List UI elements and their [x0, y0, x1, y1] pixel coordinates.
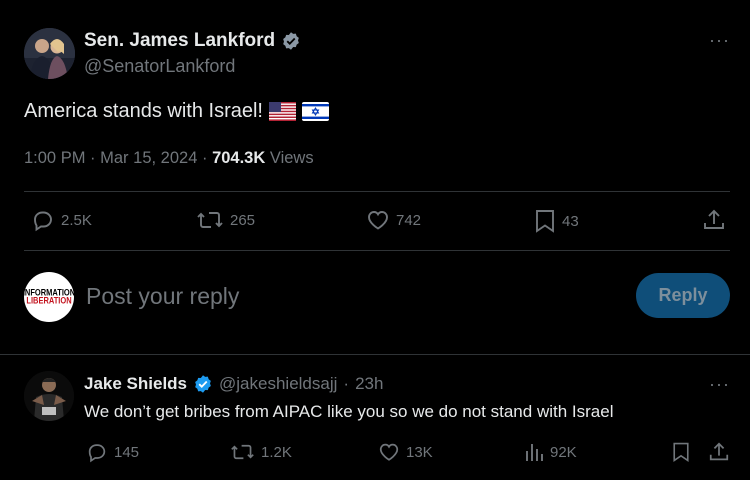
share-action[interactable] [702, 208, 726, 232]
share-icon [704, 209, 724, 229]
reply-author-handle[interactable]: @jakeshieldsajj [219, 374, 337, 394]
author-handle[interactable]: @SenatorLankford [84, 56, 235, 77]
reply-bookmark-action[interactable] [671, 441, 691, 463]
verified-badge-icon [195, 375, 211, 393]
reply-share-action[interactable] [708, 441, 730, 463]
reply-more-options-icon[interactable]: ··· [709, 374, 730, 395]
israel-flag-icon [301, 102, 329, 121]
bookmark-icon [536, 210, 554, 233]
bookmark-count: 43 [562, 212, 579, 230]
reply-like-action[interactable]: 13K [378, 441, 433, 463]
repost-icon [231, 444, 254, 460]
repost-icon [197, 212, 223, 228]
verified-badge-icon [283, 32, 299, 50]
heart-icon [368, 211, 388, 230]
repost-action[interactable]: 265 [196, 208, 255, 232]
us-flag-icon [268, 102, 296, 121]
repost-count: 265 [230, 211, 256, 229]
reply-action[interactable]: 2.5K [31, 208, 92, 232]
reply-views-count: 92K [550, 443, 577, 461]
views-count: 704.3K [212, 149, 266, 167]
reply-icon [34, 211, 52, 232]
divider [24, 250, 730, 251]
heart-icon [379, 443, 399, 461]
current-user-avatar[interactable]: INFORMATION LIBERATION [23, 272, 75, 322]
bookmark-icon [673, 442, 689, 462]
divider [0, 354, 750, 355]
tweet-text: America stands with Israel! [24, 100, 329, 123]
reply-text: We don’t get bribes from AIPAC like you … [84, 402, 614, 421]
avatar-photo [24, 371, 74, 421]
reply-repost-count: 1.2K [261, 443, 292, 461]
reply-reply-count: 145 [114, 443, 140, 461]
share-icon [709, 442, 729, 461]
like-count: 742 [396, 211, 422, 229]
more-options-icon[interactable]: ··· [709, 30, 730, 51]
reply-like-count: 13K [406, 443, 433, 461]
views-label: Views [269, 149, 314, 167]
reply-author-avatar[interactable] [24, 371, 74, 421]
reply-repost-action[interactable]: 1.2K [230, 441, 292, 463]
tweet-time[interactable]: 1:00 PM [24, 149, 85, 167]
reply-header: Jake Shields @jakeshieldsajj · 23h [84, 374, 383, 394]
reply-icon [88, 444, 106, 463]
tweet-date[interactable]: Mar 15, 2024 [100, 149, 197, 167]
divider [24, 191, 730, 192]
like-action[interactable]: 742 [366, 208, 421, 232]
author-avatar[interactable] [24, 28, 75, 79]
reply-button[interactable]: Reply [636, 273, 730, 318]
reply-views-action[interactable]: 92K [524, 441, 577, 463]
tweet-meta: 1:00 PM · Mar 15, 2024 · 704.3K Views [24, 149, 314, 167]
avatar-logo-line2: LIBERATION [26, 294, 72, 306]
separator-dot: · [343, 374, 350, 393]
reply-author-name[interactable]: Jake Shields [84, 374, 187, 394]
tweet-text-content: America stands with Israel! [24, 100, 263, 122]
analytics-bar-icon [526, 444, 543, 461]
reply-count: 2.5K [61, 211, 92, 229]
avatar-photo [24, 28, 75, 79]
author-name-text[interactable]: Sen. James Lankford [84, 30, 275, 52]
reply-time[interactable]: 23h [355, 374, 383, 394]
bookmark-action[interactable]: 43 [534, 208, 579, 234]
author-name[interactable]: Sen. James Lankford [84, 30, 301, 52]
reply-reply-action[interactable]: 145 [86, 441, 139, 463]
reply-input[interactable]: Post your reply [86, 283, 239, 310]
